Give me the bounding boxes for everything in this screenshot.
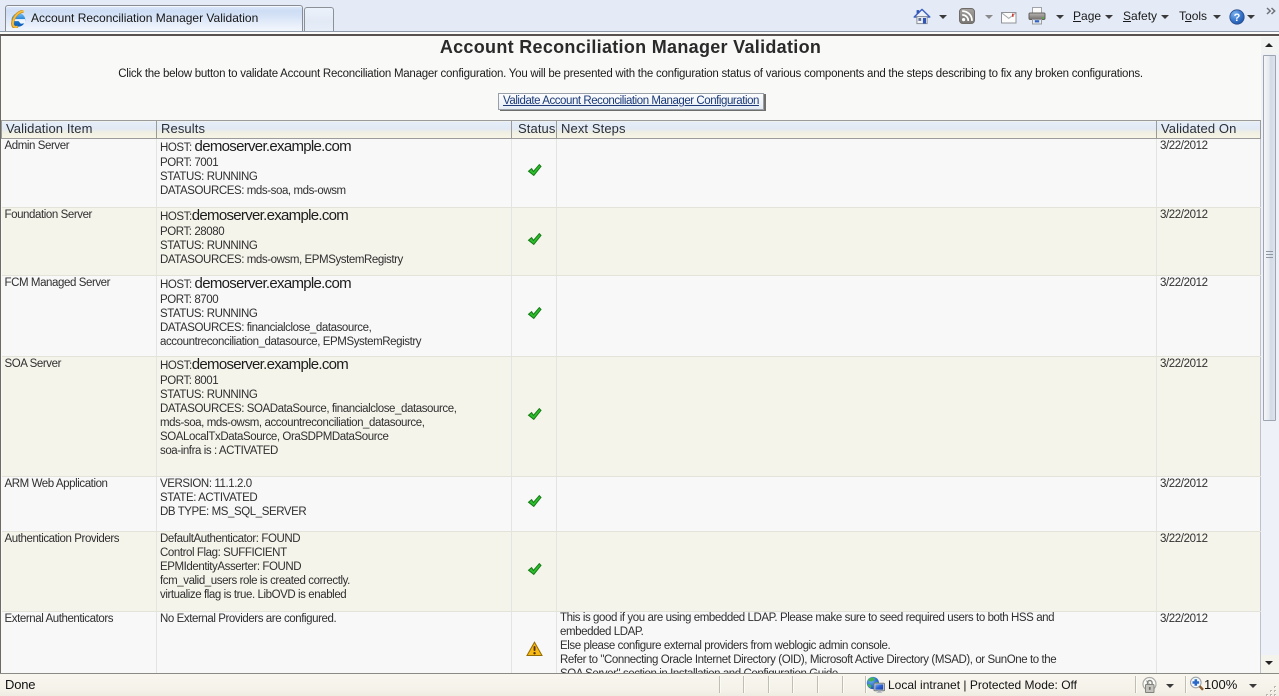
svg-text:?: ?	[1234, 12, 1241, 24]
